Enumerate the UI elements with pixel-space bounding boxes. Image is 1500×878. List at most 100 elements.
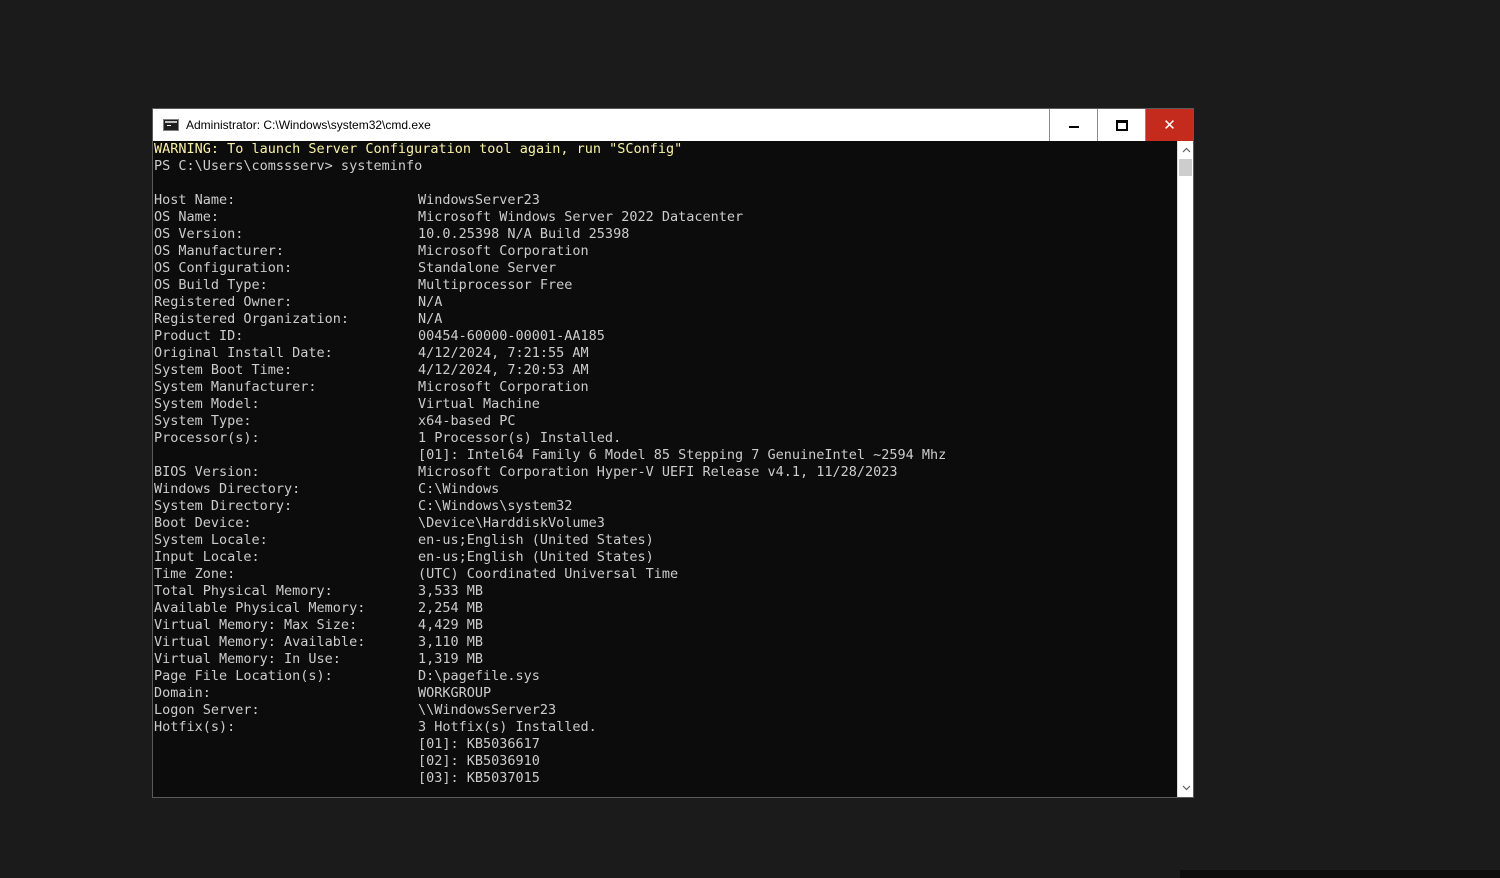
console-output[interactable]: WARNING: To launch Server Configuration … [153,141,1177,797]
sysinfo-value: en-us;English (United States) [418,549,654,565]
sysinfo-label: System Model: [154,396,260,412]
sysinfo-value: [03]: KB5037015 [418,770,540,786]
sysinfo-value: [02]: KB5036910 [418,753,540,769]
sysinfo-value: Standalone Server [418,260,557,276]
cmd-window[interactable]: Administrator: C:\Windows\system32\cmd.e… [152,108,1194,798]
sysinfo-row: OS Configuration: Standalone Server [153,260,1177,277]
window-title: Administrator: C:\Windows\system32\cmd.e… [186,118,431,132]
sysinfo-value: [01]: KB5036617 [418,736,540,752]
scroll-thumb[interactable] [1179,159,1192,176]
sysinfo-label: Input Locale: [154,549,260,565]
sysinfo-row: System Model: Virtual Machine [153,396,1177,413]
sysinfo-row: OS Name: Microsoft Windows Server 2022 Da… [153,209,1177,226]
sysinfo-row: [01]: Intel64 Family 6 Model 85 Stepping… [153,447,1177,464]
sysinfo-label: Boot Device: [154,515,252,531]
sysinfo-row: Available Physical Memory: 2,254 MB [153,600,1177,617]
sysinfo-row: Windows Directory: C:\Windows [153,481,1177,498]
sysinfo-value: \Device\HarddiskVolume3 [418,515,605,531]
sysinfo-label: OS Configuration: [154,260,293,276]
sysinfo-value: C:\Windows [418,481,500,497]
sysinfo-label: Processor(s): [154,430,260,446]
sysinfo-value: 10.0.25398 N/A Build 25398 [418,226,630,242]
sysinfo-row: Page File Location(s): D:\pagefile.sys [153,668,1177,685]
sysinfo-label: OS Name: [154,209,220,225]
sysinfo-row: System Manufacturer: Microsoft Corporatio… [153,379,1177,396]
sysinfo-value: 00454-60000-00001-AA185 [418,328,605,344]
sysinfo-row: Host Name: WindowsServer23 [153,192,1177,209]
desktop: Administrator: C:\Windows\system32\cmd.e… [0,0,1500,878]
sysinfo-label: Registered Organization: [154,311,350,327]
sysinfo-row: System Directory: C:\Windows\system32 [153,498,1177,515]
sysinfo-row: OS Build Type: Multiprocessor Free [153,277,1177,294]
sysinfo-label: Page File Location(s): [154,668,333,684]
sysinfo-label: Virtual Memory: Available: [154,634,366,650]
sysinfo-value: x64-based PC [418,413,516,429]
sysinfo-label: Virtual Memory: Max Size: [154,617,358,633]
minimize-icon [1068,126,1079,128]
sysinfo-row: Total Physical Memory: 3,533 MB [153,583,1177,600]
sysinfo-label: Domain: [154,685,211,701]
sysinfo-label: Virtual Memory: In Use: [154,651,341,667]
scroll-up-button[interactable] [1178,142,1194,158]
sysinfo-value: N/A [418,311,443,327]
sysinfo-label: Registered Owner: [154,294,293,310]
sysinfo-value: Multiprocessor Free [418,277,573,293]
sysinfo-value: Virtual Machine [418,396,540,412]
sysinfo-value: 3,110 MB [418,634,484,650]
sysinfo-value: C:\Windows\system32 [418,498,573,514]
sysinfo-label: Time Zone: [154,566,236,582]
sysinfo-label: Logon Server: [154,702,260,718]
sysinfo-label: System Manufacturer: [154,379,317,395]
sysinfo-row: BIOS Version: Microsoft Corporation Hyper… [153,464,1177,481]
sysinfo-value: Microsoft Corporation [418,243,589,259]
scroll-down-arrow-icon [1182,785,1190,791]
sysinfo-label: Original Install Date: [154,345,333,361]
window-controls: ✕ [1049,109,1193,141]
sysinfo-value: [01]: Intel64 Family 6 Model 85 Stepping… [418,447,947,463]
close-button[interactable]: ✕ [1145,109,1193,141]
sysinfo-value: D:\pagefile.sys [418,668,540,684]
sysinfo-row: Product ID: 00454-60000-00001-AA185 [153,328,1177,345]
title-bar[interactable]: Administrator: C:\Windows\system32\cmd.e… [153,109,1193,141]
sysinfo-value: 3,533 MB [418,583,484,599]
sysinfo-row: System Locale: en-us;English (United Stat… [153,532,1177,549]
sysinfo-row: Logon Server: \\WindowsServer23 [153,702,1177,719]
sysinfo-row: [03]: KB5037015 [153,770,1177,787]
sysinfo-value: 4,429 MB [418,617,484,633]
sysinfo-label: Total Physical Memory: [154,583,333,599]
sysinfo-label: Host Name: [154,192,236,208]
sysinfo-label: OS Build Type: [154,277,268,293]
maximize-icon [1115,119,1128,131]
sysinfo-label: Available Physical Memory: [154,600,366,616]
sysinfo-value: WindowsServer23 [418,192,540,208]
console-app-icon[interactable] [163,119,179,131]
close-icon: ✕ [1163,115,1176,134]
sysinfo-value: 4/12/2024, 7:20:53 AM [418,362,589,378]
sysinfo-value: WORKGROUP [418,685,492,701]
sysinfo-value: 1 Processor(s) Installed. [418,430,622,446]
command-prompt: PS C:\Users\comssserv> systeminfo [154,158,423,174]
console-line: PS C:\Users\comssserv> systeminfo [153,158,1177,175]
sysinfo-row: Original Install Date: 4/12/2024, 7:21:55… [153,345,1177,362]
sysinfo-row: Processor(s): 1 Processor(s) Installed. [153,430,1177,447]
sysinfo-row: System Boot Time: 4/12/2024, 7:20:53 AM [153,362,1177,379]
sysinfo-row: OS Manufacturer: Microsoft Corporation [153,243,1177,260]
sysinfo-row: OS Version: 10.0.25398 N/A Build 25398 [153,226,1177,243]
sysinfo-label: Hotfix(s): [154,719,236,735]
scroll-down-button[interactable] [1178,780,1194,796]
maximize-button[interactable] [1097,109,1145,141]
sysinfo-row: Registered Organization: N/A [153,311,1177,328]
minimize-button[interactable] [1049,109,1097,141]
sysinfo-label: Windows Directory: [154,481,301,497]
sysinfo-label: System Directory: [154,498,293,514]
sysinfo-row: Domain: WORKGROUP [153,685,1177,702]
sysinfo-label: System Type: [154,413,252,429]
sysinfo-row: Virtual Memory: Max Size: 4,429 MB [153,617,1177,634]
vertical-scrollbar[interactable] [1177,141,1193,797]
warning-message: WARNING: To launch Server Configuration … [154,141,683,157]
sysinfo-row: Input Locale: en-us;English (United State… [153,549,1177,566]
sysinfo-value: 1,319 MB [418,651,484,667]
sysinfo-row: Hotfix(s): 3 Hotfix(s) Installed. [153,719,1177,736]
sysinfo-row: Virtual Memory: In Use: 1,319 MB [153,651,1177,668]
